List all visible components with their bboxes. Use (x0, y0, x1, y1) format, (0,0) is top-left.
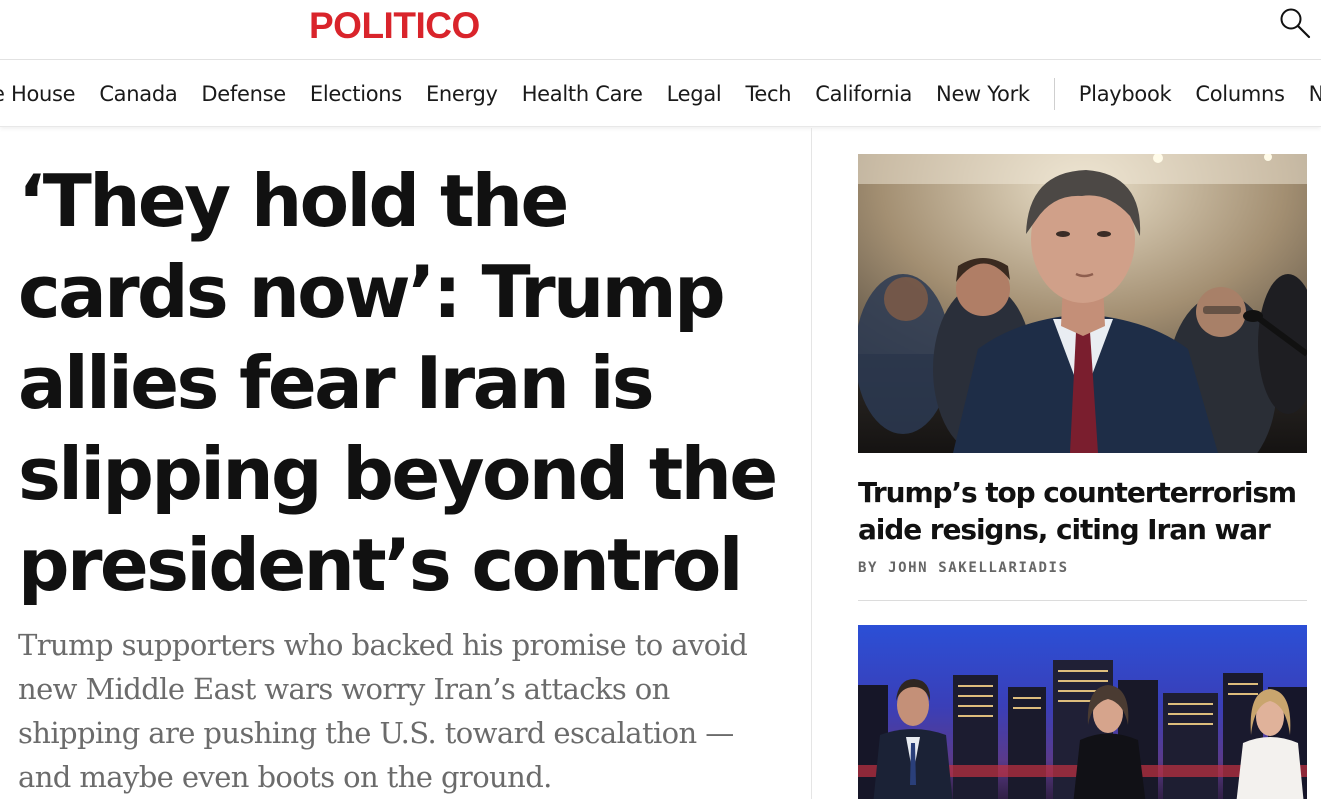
story1-byline: BY JOHN SAKELLARIADIS (858, 560, 1069, 576)
nav-item-canada[interactable]: Canada (99, 82, 177, 106)
byline-prefix: BY (858, 560, 879, 576)
lead-headline[interactable]: ‘They hold the cards now’: Trump allies … (18, 156, 778, 611)
story1-title[interactable]: Trump’s top counterterrorism aide resign… (858, 474, 1318, 548)
politico-logo[interactable]: POLITICO (309, 4, 480, 48)
nav-item-energy[interactable]: Energy (426, 82, 498, 106)
section-nav: e House Canada Defense Elections Energy … (0, 60, 1321, 127)
hearing-photo (858, 154, 1307, 453)
nav-item-elections[interactable]: Elections (310, 82, 402, 106)
story2-image[interactable] (858, 625, 1307, 799)
section-nav-items: e House Canada Defense Elections Energy … (0, 60, 1321, 126)
nav-item-new-york[interactable]: New York (936, 82, 1030, 106)
nav-item-playbook[interactable]: Playbook (1079, 82, 1172, 106)
byline-author[interactable]: JOHN SAKELLARIADIS (888, 560, 1069, 576)
nav-divider (1053, 77, 1055, 110)
nav-item-tech[interactable]: Tech (745, 82, 791, 106)
story-divider (858, 600, 1307, 601)
nav-item-white-house[interactable]: e House (0, 82, 76, 106)
sidebar: Trump’s top counterterrorism aide resign… (813, 128, 1321, 799)
nav-item-defense[interactable]: Defense (201, 82, 286, 106)
search-button[interactable] (1278, 6, 1312, 40)
nav-item-columns[interactable]: Columns (1195, 82, 1285, 106)
lead-dek: Trump supporters who backed his promise … (18, 628, 748, 794)
lead-story: ‘They hold the cards now’: Trump allies … (0, 128, 812, 799)
story1-image[interactable] (858, 154, 1307, 453)
nav-item-california[interactable]: California (815, 82, 912, 106)
tv-studio-photo (858, 625, 1307, 799)
search-icon (1280, 8, 1311, 39)
nav-item-truncated[interactable]: Ne (1309, 82, 1321, 106)
nav-item-legal[interactable]: Legal (667, 82, 722, 106)
top-bar: POLITICO (0, 0, 1321, 60)
nav-item-health-care[interactable]: Health Care (522, 82, 643, 106)
